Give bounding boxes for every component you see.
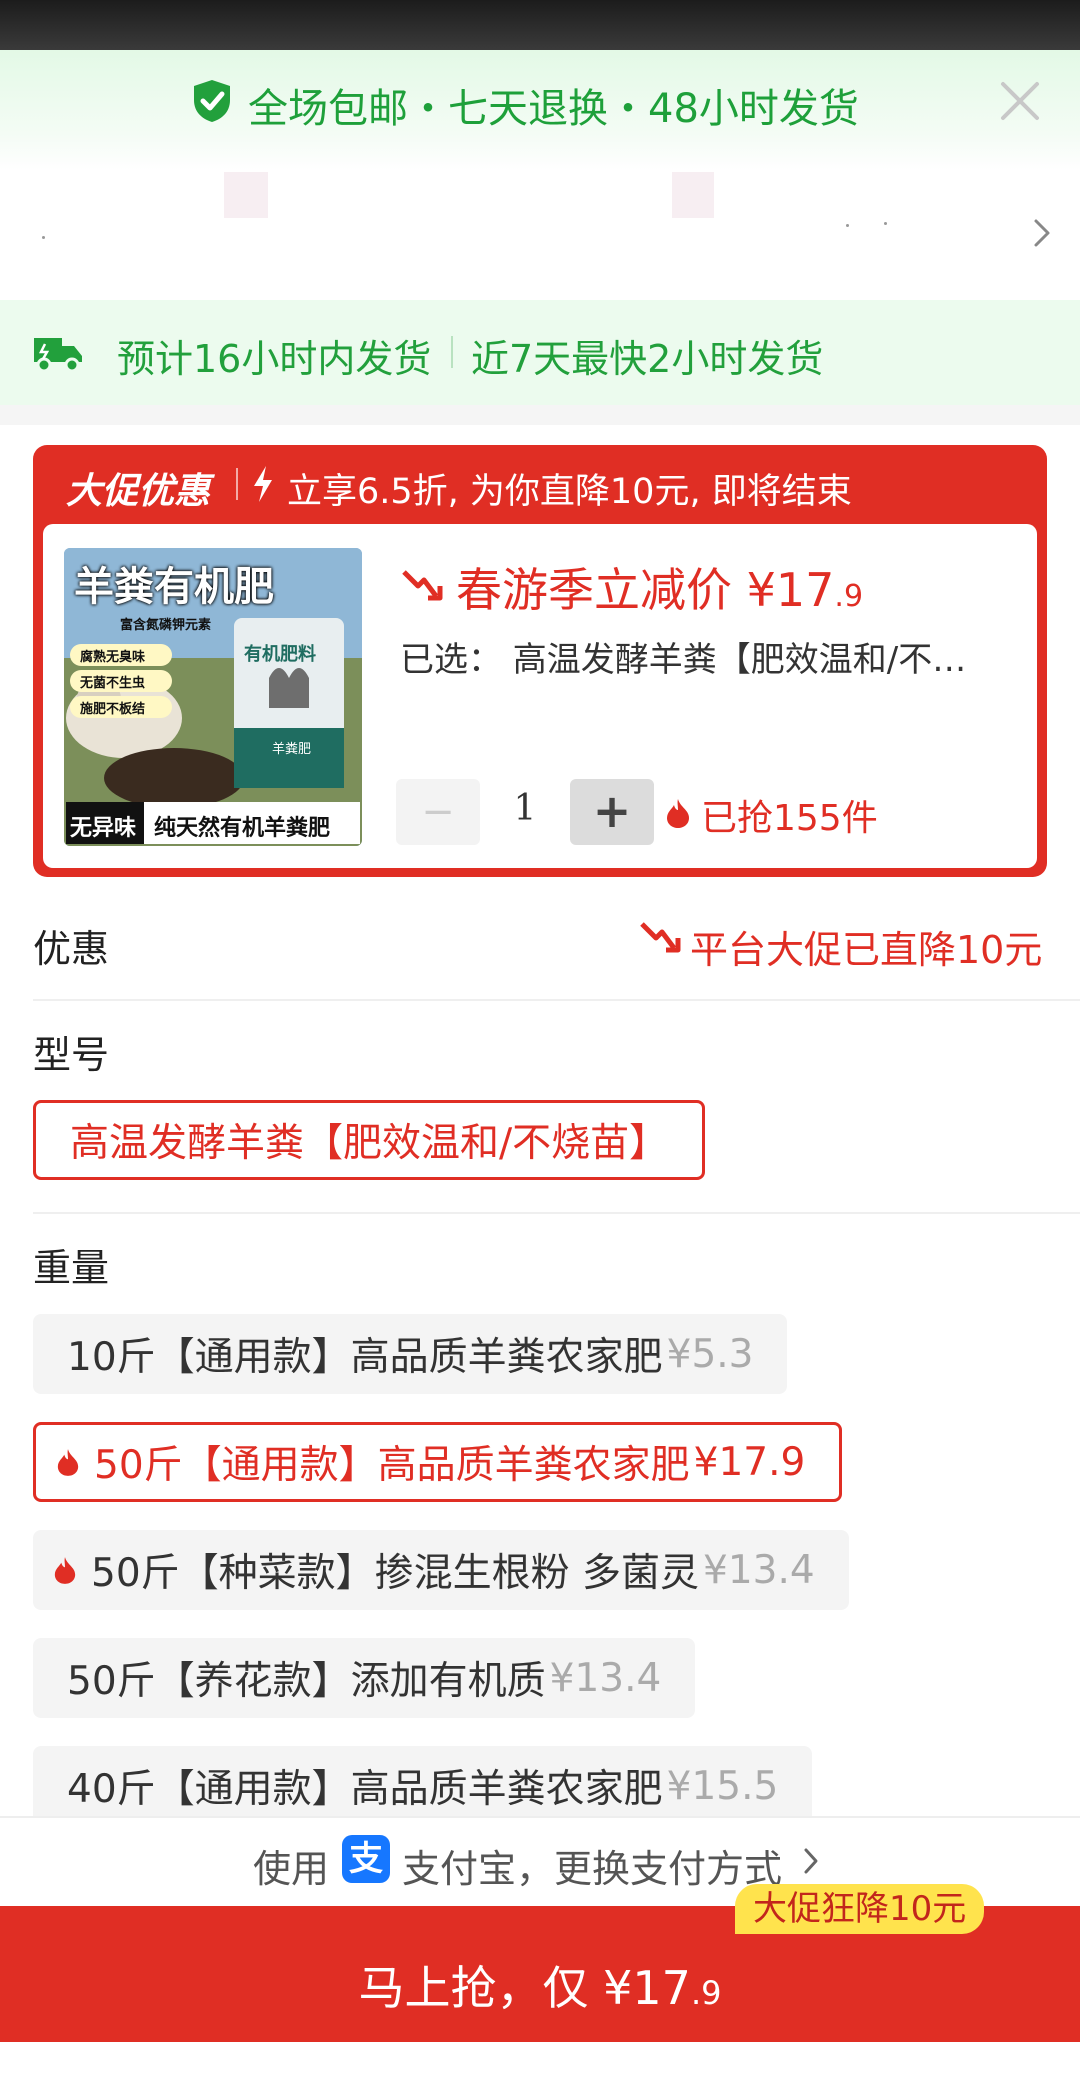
address-redacted [846,224,849,227]
address-redacted [672,172,714,218]
section-gap [0,405,1080,425]
weight-option-text: 50斤【通用款】高品质羊粪农家肥 [94,1443,690,1488]
promo-price: 春游季立减价 ¥17.9 [456,563,864,617]
weight-option-text: 10斤【通用款】高品质羊粪农家肥 [67,1335,663,1380]
weight-option[interactable]: 10斤【通用款】高品质羊粪农家肥 ¥5.3 [33,1314,788,1394]
discount-label: 优惠 [33,927,110,971]
quantity-increase-button[interactable]: + [570,779,654,845]
address-redacted [224,172,268,218]
payment-prefix: 使用 [253,1847,330,1891]
quantity-decrease-button[interactable]: − [396,779,480,845]
promo-badge: 大促优惠 [66,471,211,512]
address-redacted [42,236,45,239]
weight-option[interactable]: 50斤【通用款】高品质羊粪农家肥 ¥17.9 [33,1422,843,1502]
flame-icon [57,1449,79,1476]
divider [236,468,238,500]
chevron-right-icon[interactable] [801,1846,821,1876]
weight-option[interactable]: 50斤【种菜款】掺混生根粉 多菌灵 ¥13.4 [33,1530,849,1610]
weight-option-price: ¥17.9 [693,1439,806,1485]
weight-option[interactable]: 50斤【养花款】添加有机质 ¥13.4 [33,1638,696,1718]
product-image-feature: 腐熟无臭味 [80,650,146,665]
product-image-footer-text: 纯天然有机羊粪肥 [154,816,331,841]
service-promise-text: 全场包邮・七天退换・48小时发货 [248,86,859,132]
plus-icon: + [592,784,632,838]
weight-option-price: ¥13.4 [549,1655,662,1701]
selected-variant: 已选： 高温发酵羊粪【肥效温和/不… [400,640,967,680]
weight-option-text: 50斤【养花款】添加有机质 [67,1659,546,1704]
truck-icon [34,338,82,373]
product-image-feature: 施肥不板结 [80,702,146,717]
promo-headline: 立享6.5折, 为你直降10元, 即将结束 [287,472,852,512]
promo-tag: 大促狂降10元 [735,1884,985,1934]
minus-icon: − [421,789,455,835]
weight-option-price: ¥15.5 [666,1763,779,1809]
price-drop-icon [640,922,681,953]
background-overlay [0,0,1080,50]
product-image-feature: 无菌不生虫 [80,676,146,691]
product-image-title: 羊粪有机肥 [74,564,274,610]
chevron-right-icon[interactable] [1028,217,1056,249]
flame-icon [54,1557,76,1584]
divider [451,336,453,368]
weight-option-text: 40斤【通用款】高品质羊粪农家肥 [67,1767,663,1812]
product-image-footer-dark: 无异味 [70,816,137,841]
product-image-bag-label: 羊粪肥 [272,742,312,757]
discount-value: 平台大促已直降10元 [690,928,1043,972]
address-row[interactable] [0,170,1080,300]
alipay-icon: 支 [342,1835,390,1883]
model-option-text: 高温发酵羊粪【肥效温和/不烧苗】 [70,1121,669,1166]
payment-method-text[interactable]: 支付宝，更换支付方式 [402,1838,782,1893]
product-image-bag-title: 有机肥料 [244,644,316,665]
product-thumbnail[interactable]: 羊粪有机肥 富含氮磷钾元素 有机肥料 腐熟无臭味 无菌不生虫 施肥不板结 羊粪肥… [64,548,362,846]
weight-label: 重量 [33,1246,110,1290]
weight-option-price: ¥5.3 [666,1331,754,1377]
lightning-icon [254,466,272,502]
quantity-value[interactable]: 1 [500,788,550,829]
close-icon[interactable] [995,76,1045,126]
product-image-sub: 富含氮磷钾元素 [120,618,212,633]
model-label: 型号 [33,1033,110,1077]
weight-option-text: 50斤【种菜款】掺混生根粉 多菌灵 [91,1551,700,1596]
model-option[interactable]: 高温发酵羊粪【肥效温和/不烧苗】 [33,1100,706,1180]
price-drop-icon [402,570,443,601]
shipping-fastest: 近7天最快2小时发货 [471,337,824,381]
divider [33,999,1080,1001]
sold-count: 已抢155件 [701,798,878,839]
shipping-estimate: 预计16小时内发货 [117,337,432,381]
flame-icon [667,799,689,828]
shield-check-icon [194,80,230,122]
buy-now-label[interactable]: 马上抢，仅 ¥17.9 [0,1952,1080,2018]
divider [33,1212,1080,1214]
weight-option[interactable]: 40斤【通用款】高品质羊粪农家肥 ¥15.5 [33,1746,813,1826]
weight-option-price: ¥13.4 [703,1547,815,1593]
address-redacted [884,222,887,225]
